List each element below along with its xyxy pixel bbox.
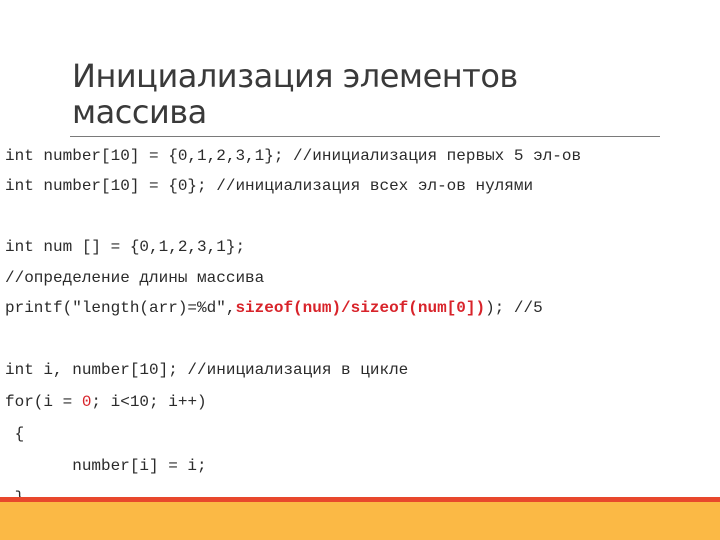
footer-band [0, 502, 720, 540]
code-line: for(i = 0; i<10; i++) [5, 392, 207, 412]
code-line: int number[10] = {0,1,2,3,1}; //инициали… [5, 147, 582, 165]
code-comment: //определение длины массива [5, 269, 265, 287]
code-line: int num [] = {0,1,2,3,1}; [5, 238, 246, 256]
code-line: int i, number[10]; //инициализация в цик… [5, 361, 409, 379]
code-line: int number[10] = {0}; //инициализация вс… [5, 177, 534, 195]
code-text: ; i<10; i++) [91, 393, 207, 411]
code-highlight: sizeof(num)/sizeof(num[0]) [235, 299, 486, 317]
code-line: printf("length(arr)=%d",sizeof(num)/size… [5, 298, 543, 318]
code-text: for(i = [5, 393, 82, 411]
code-line: { [5, 425, 25, 443]
code-text: printf("length(arr)=%d", [5, 299, 236, 317]
code-block: int number[10] = {0,1,2,3,1}; //инициали… [5, 0, 720, 507]
slide: Инициализация элементов массива int numb… [0, 0, 720, 540]
code-line: number[i] = i; [5, 457, 207, 475]
code-highlight: 0 [81, 393, 92, 411]
code-text: ); //5 [485, 299, 543, 317]
